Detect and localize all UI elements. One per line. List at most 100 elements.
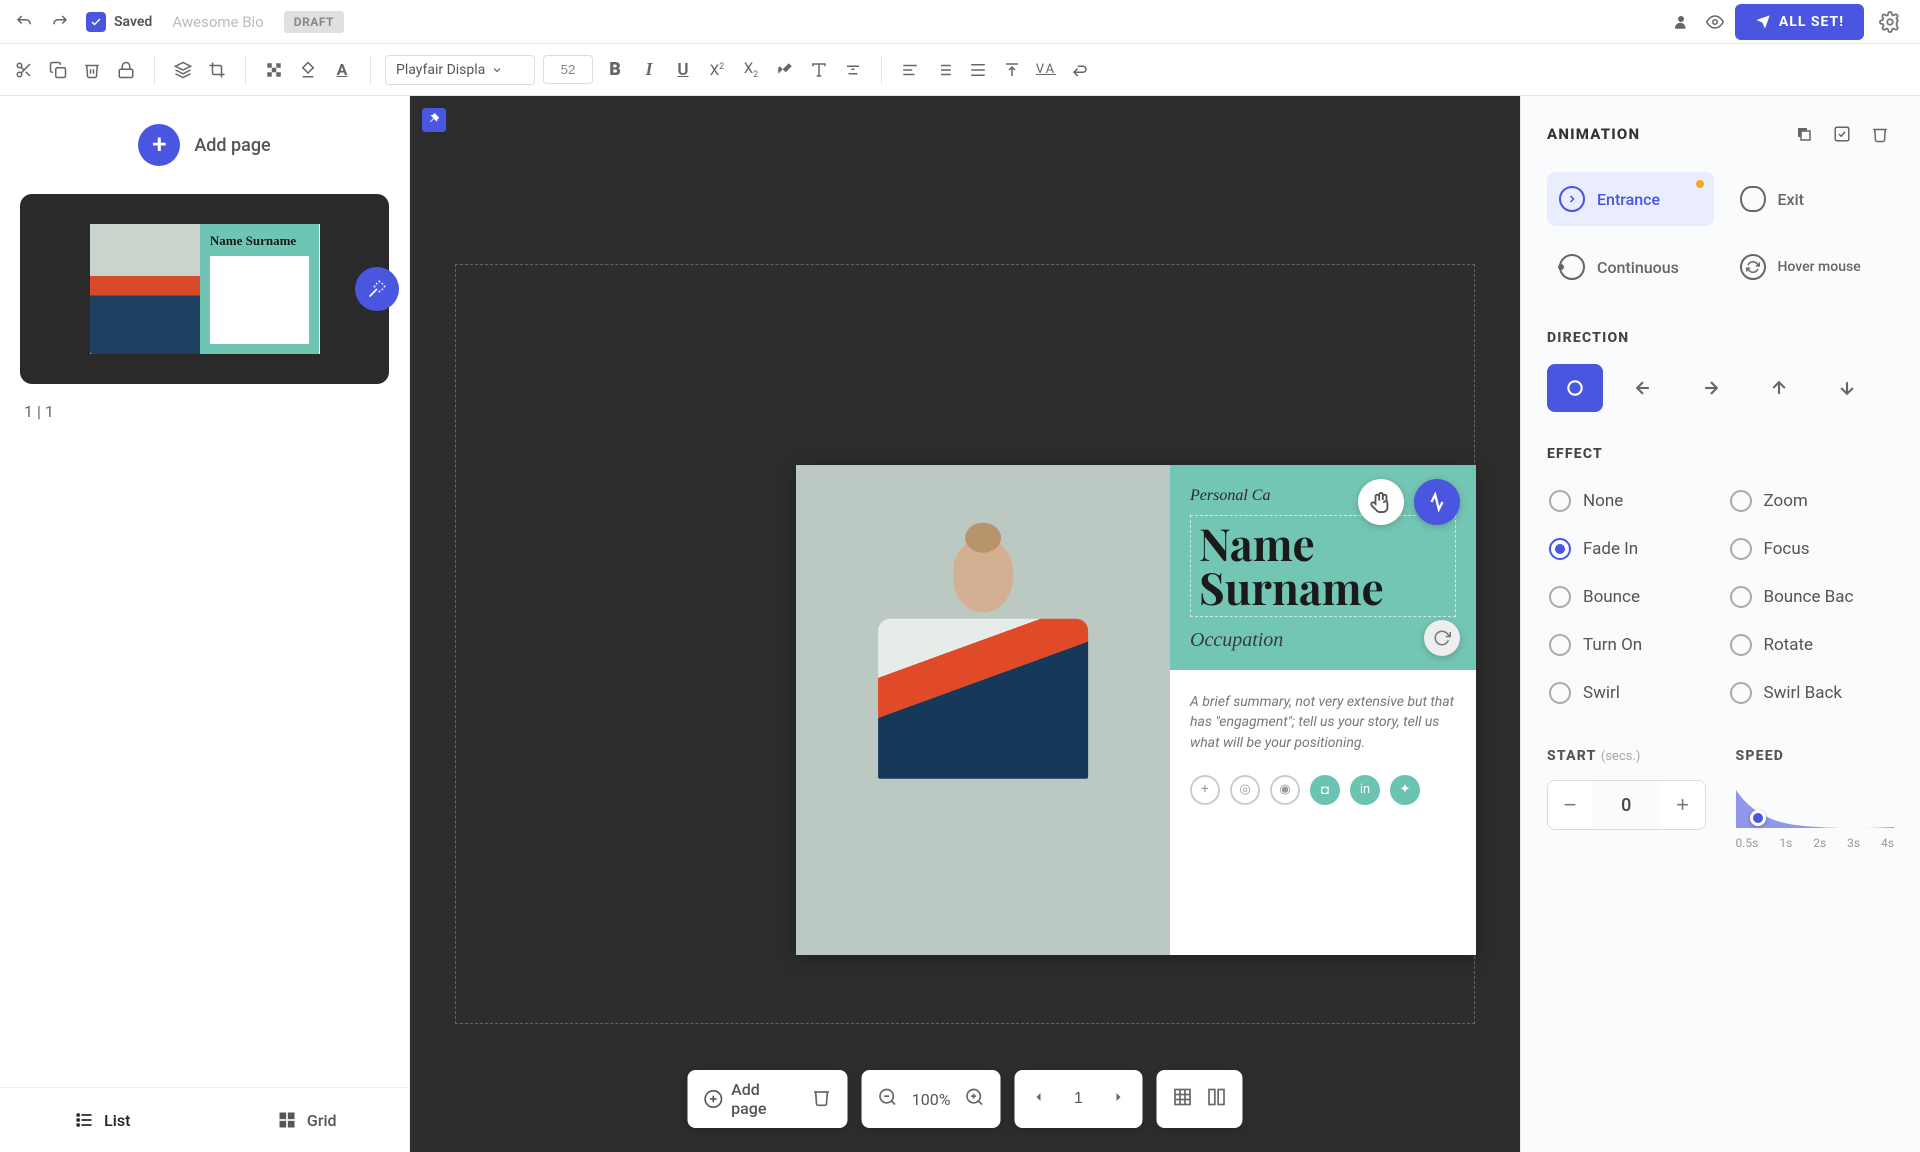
grid-toggle-button[interactable] [1173, 1087, 1193, 1111]
start-decrement-button[interactable]: − [1548, 781, 1592, 829]
crop-button[interactable] [203, 56, 231, 84]
effect-focus[interactable]: Focus [1728, 528, 1895, 570]
social-icon-generic2[interactable]: ◉ [1270, 775, 1300, 805]
all-set-label: ALL SET! [1779, 14, 1844, 30]
bio-card[interactable]: Personal Ca Name Surname Occupation A br… [796, 465, 1476, 955]
view-list-label: List [104, 1111, 130, 1130]
text-color-button[interactable]: A [328, 56, 356, 84]
canvas[interactable]: Personal Ca Name Surname Occupation A br… [410, 96, 1520, 1152]
view-grid-button[interactable]: Grid [205, 1088, 410, 1152]
start-stepper: − 0 + [1547, 780, 1706, 830]
font-family-select[interactable]: Playfair Displa [385, 55, 535, 85]
thumbnail-photo [90, 224, 200, 354]
effect-bounce[interactable]: Bounce [1547, 576, 1714, 618]
highlight-button[interactable] [771, 56, 799, 84]
apply-all-button[interactable] [1828, 120, 1856, 148]
underline-button[interactable]: U [669, 56, 697, 84]
effect-turn-on[interactable]: Turn On [1547, 624, 1714, 666]
align-left-button[interactable] [896, 56, 924, 84]
document-name[interactable]: Awesome Bio [164, 9, 271, 35]
speed-tick: 1s [1779, 836, 1792, 850]
effect-swirl-back[interactable]: Swirl Back [1728, 672, 1895, 714]
fullscreen-button[interactable] [1207, 1087, 1227, 1111]
page-magic-button[interactable] [355, 267, 399, 311]
preview-button[interactable] [1701, 8, 1729, 36]
page-number-input[interactable] [1061, 1090, 1097, 1108]
settings-button[interactable] [1870, 2, 1910, 42]
animation-type-continuous[interactable]: Continuous [1547, 240, 1714, 294]
add-social-icon[interactable]: + [1190, 775, 1220, 805]
direction-down-button[interactable] [1819, 364, 1875, 412]
effect-bounce-back[interactable]: Bounce Bac [1728, 576, 1895, 618]
letter-spacing-button[interactable]: VA [1032, 56, 1060, 84]
active-dot-icon [1696, 180, 1704, 188]
effect-zoom[interactable]: Zoom [1728, 480, 1895, 522]
transparency-button[interactable] [260, 56, 288, 84]
superscript-button[interactable]: X2 [703, 56, 731, 84]
start-increment-button[interactable]: + [1661, 781, 1705, 829]
bottom-delete-button[interactable] [812, 1087, 832, 1111]
color-button[interactable] [294, 56, 322, 84]
list-button[interactable] [930, 56, 958, 84]
vertical-align-button[interactable] [998, 56, 1026, 84]
effect-swirl[interactable]: Swirl [1547, 672, 1714, 714]
copy-button[interactable] [44, 56, 72, 84]
italic-button[interactable]: I [635, 56, 663, 84]
top-bar: Saved Awesome Bio DRAFT ALL SET! [0, 0, 1920, 44]
delete-animation-button[interactable] [1866, 120, 1894, 148]
prev-page-button[interactable] [1031, 1089, 1047, 1109]
animation-type-exit[interactable]: Exit [1728, 172, 1895, 226]
zoom-out-button[interactable] [878, 1087, 898, 1111]
line-height-button[interactable] [964, 56, 992, 84]
view-list-button[interactable]: List [0, 1088, 205, 1152]
rotate-handle[interactable] [1424, 620, 1460, 656]
zoom-in-button[interactable] [965, 1087, 985, 1111]
speed-section-title: SPEED [1736, 748, 1895, 764]
redo-button[interactable] [46, 8, 74, 36]
bottom-add-page-button[interactable]: Add page [704, 1080, 798, 1118]
card-description-text[interactable]: A brief summary, not very extensive but … [1190, 692, 1456, 753]
clear-format-button[interactable] [839, 56, 867, 84]
rocket-icon [1755, 14, 1771, 30]
card-occupation-text[interactable]: Occupation [1190, 629, 1456, 652]
saved-indicator: Saved [86, 12, 152, 32]
drag-handle[interactable] [1358, 479, 1404, 525]
animation-type-entrance[interactable]: Entrance [1547, 172, 1714, 226]
next-page-button[interactable] [1111, 1089, 1127, 1109]
twitter-icon[interactable]: ✦ [1390, 775, 1420, 805]
card-name-text[interactable]: Name Surname [1190, 515, 1456, 617]
bold-button[interactable]: B [601, 56, 629, 84]
font-size-input[interactable] [543, 55, 593, 84]
direction-right-button[interactable] [1683, 364, 1739, 412]
direction-center-button[interactable] [1547, 364, 1603, 412]
share-user-button[interactable] [1667, 8, 1695, 36]
linkedin-icon[interactable]: in [1350, 775, 1380, 805]
lock-button[interactable] [112, 56, 140, 84]
speed-handle[interactable] [1750, 810, 1766, 826]
subscript-button[interactable]: X2 [737, 56, 765, 84]
effect-rotate[interactable]: Rotate [1728, 624, 1895, 666]
effect-fade-in[interactable]: Fade In [1547, 528, 1714, 570]
all-set-button[interactable]: ALL SET! [1735, 4, 1864, 40]
undo-button[interactable] [10, 8, 38, 36]
animation-handle[interactable] [1414, 479, 1460, 525]
direction-left-button[interactable] [1615, 364, 1671, 412]
pin-icon[interactable] [422, 108, 446, 132]
speed-slider[interactable]: 0.5s 1s 2s 3s 4s [1736, 780, 1895, 844]
delete-button[interactable] [78, 56, 106, 84]
card-photo[interactable] [796, 465, 1170, 955]
animation-type-hover[interactable]: Hover mouse [1728, 240, 1895, 294]
page-thumbnail[interactable]: Name Surname [20, 194, 389, 384]
format-bar: A Playfair Displa B I U X2 X2 VA [0, 44, 1920, 96]
text-size-button[interactable] [805, 56, 833, 84]
instagram-icon[interactable]: ◘ [1310, 775, 1340, 805]
animation-type-exit-label: Exit [1778, 190, 1805, 209]
social-icon-generic1[interactable]: ◎ [1230, 775, 1260, 805]
text-direction-button[interactable] [1066, 56, 1094, 84]
cut-button[interactable] [10, 56, 38, 84]
effect-none[interactable]: None [1547, 480, 1714, 522]
direction-up-button[interactable] [1751, 364, 1807, 412]
layers-button[interactable] [169, 56, 197, 84]
add-page-button[interactable]: + Add page [0, 96, 409, 194]
copy-animation-button[interactable] [1790, 120, 1818, 148]
